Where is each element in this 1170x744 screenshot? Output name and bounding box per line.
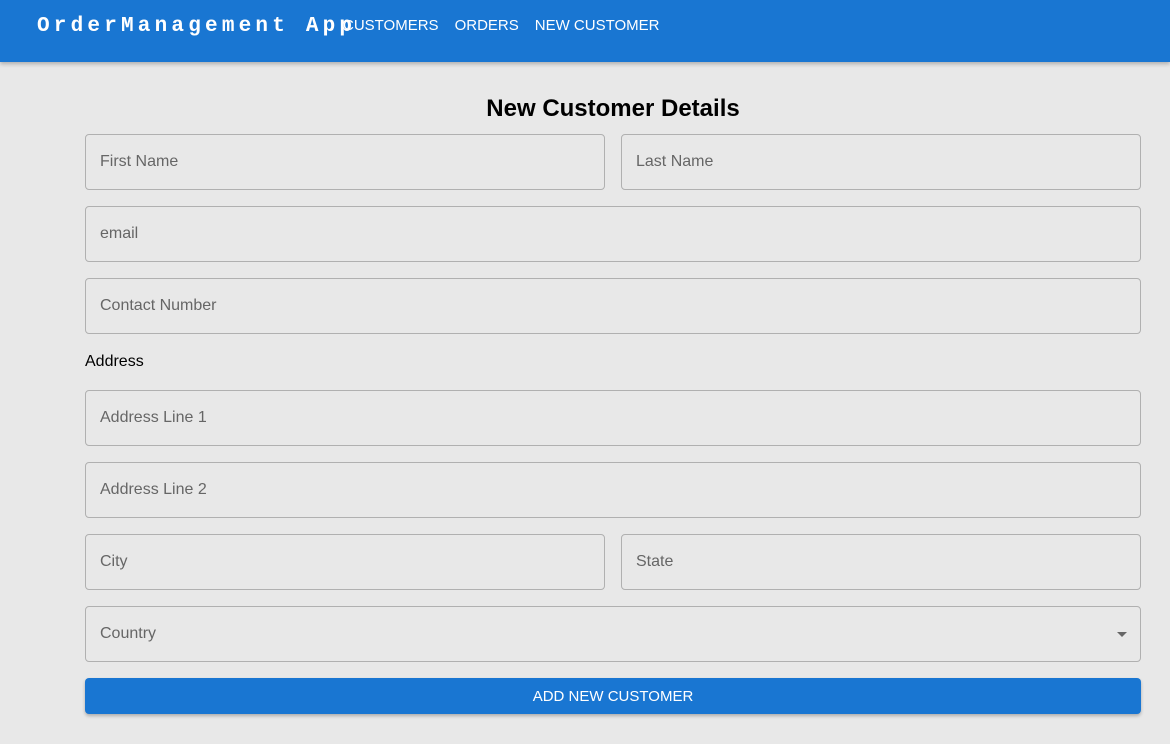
address-section-label: Address (85, 353, 144, 370)
last-name-field (621, 134, 1141, 190)
state-field (621, 534, 1141, 590)
address-line2-input[interactable] (86, 463, 1140, 517)
email-input[interactable] (86, 207, 1140, 261)
city-field (85, 534, 605, 590)
first-name-input[interactable] (86, 135, 604, 189)
state-input[interactable] (622, 535, 1140, 589)
chevron-down-icon[interactable] (1117, 632, 1127, 637)
country-select[interactable]: Country (85, 606, 1141, 662)
city-input[interactable] (86, 535, 604, 589)
form-title: New Customer Details (486, 95, 740, 122)
nav-new-customer[interactable]: NEW CUSTOMER (527, 12, 668, 40)
first-name-field (85, 134, 605, 190)
contact-number-input[interactable] (86, 279, 1140, 333)
address-line1-input[interactable] (86, 391, 1140, 445)
nav-orders[interactable]: ORDERS (447, 12, 527, 40)
main-nav: CUSTOMERS ORDERS NEW CUSTOMER (335, 12, 668, 40)
nav-customers[interactable]: CUSTOMERS (335, 12, 447, 40)
app-brand[interactable]: OrderManagement App (37, 14, 356, 40)
contact-number-field (85, 278, 1141, 334)
address-line1-field (85, 390, 1141, 446)
add-new-customer-button[interactable]: ADD NEW CUSTOMER (85, 678, 1141, 714)
address-line2-field (85, 462, 1141, 518)
app-bar: OrderManagement App CUSTOMERS ORDERS NEW… (0, 0, 1170, 62)
last-name-input[interactable] (622, 135, 1140, 189)
country-select-label: Country (100, 625, 157, 642)
email-field (85, 206, 1141, 262)
